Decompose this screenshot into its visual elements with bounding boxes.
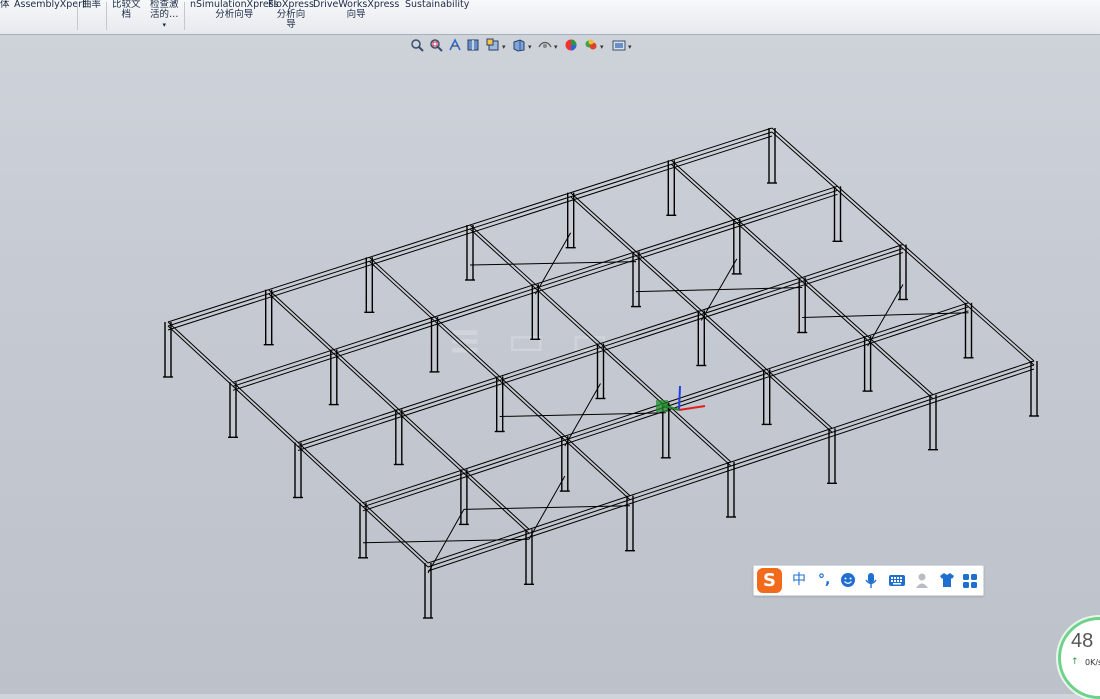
frame-beam — [167, 321, 429, 564]
upload-arrow-icon: ↑ — [1071, 657, 1079, 667]
ime-punctuation-toggle[interactable]: °, — [818, 571, 830, 589]
frame-beam — [167, 135, 773, 331]
frame-beam — [427, 368, 1035, 572]
frame-beam — [368, 256, 631, 497]
frame-beam — [670, 163, 934, 400]
steel-frame-model — [163, 127, 1039, 619]
frame-beam — [670, 159, 934, 396]
sogou-logo-icon[interactable]: S — [757, 568, 782, 593]
frame-beam — [167, 325, 429, 568]
frame-beam — [469, 224, 732, 463]
ime-toolbar: S 中 °, — [753, 565, 984, 596]
frame-beam — [268, 289, 530, 530]
frame-beam — [570, 192, 833, 429]
frame-beam — [570, 196, 833, 433]
toolbox-icon[interactable] — [962, 571, 978, 589]
user-icon[interactable] — [914, 571, 930, 589]
frame-beam — [297, 252, 904, 451]
frame-beam — [232, 193, 838, 391]
frame-beam — [268, 293, 530, 534]
microphone-icon[interactable] — [864, 571, 878, 589]
memory-percent: 48 — [1071, 630, 1094, 652]
emoji-icon[interactable] — [840, 571, 856, 589]
skin-icon[interactable] — [938, 571, 956, 589]
frame-beam — [771, 131, 1035, 366]
ime-mode-toggle[interactable]: 中 — [792, 571, 806, 589]
keyboard-icon[interactable] — [888, 571, 906, 589]
frame-beam — [368, 260, 631, 501]
frame-beam — [771, 127, 1035, 362]
upload-speed: 0K/s — [1085, 658, 1100, 667]
triad-axis-icon — [656, 385, 706, 412]
